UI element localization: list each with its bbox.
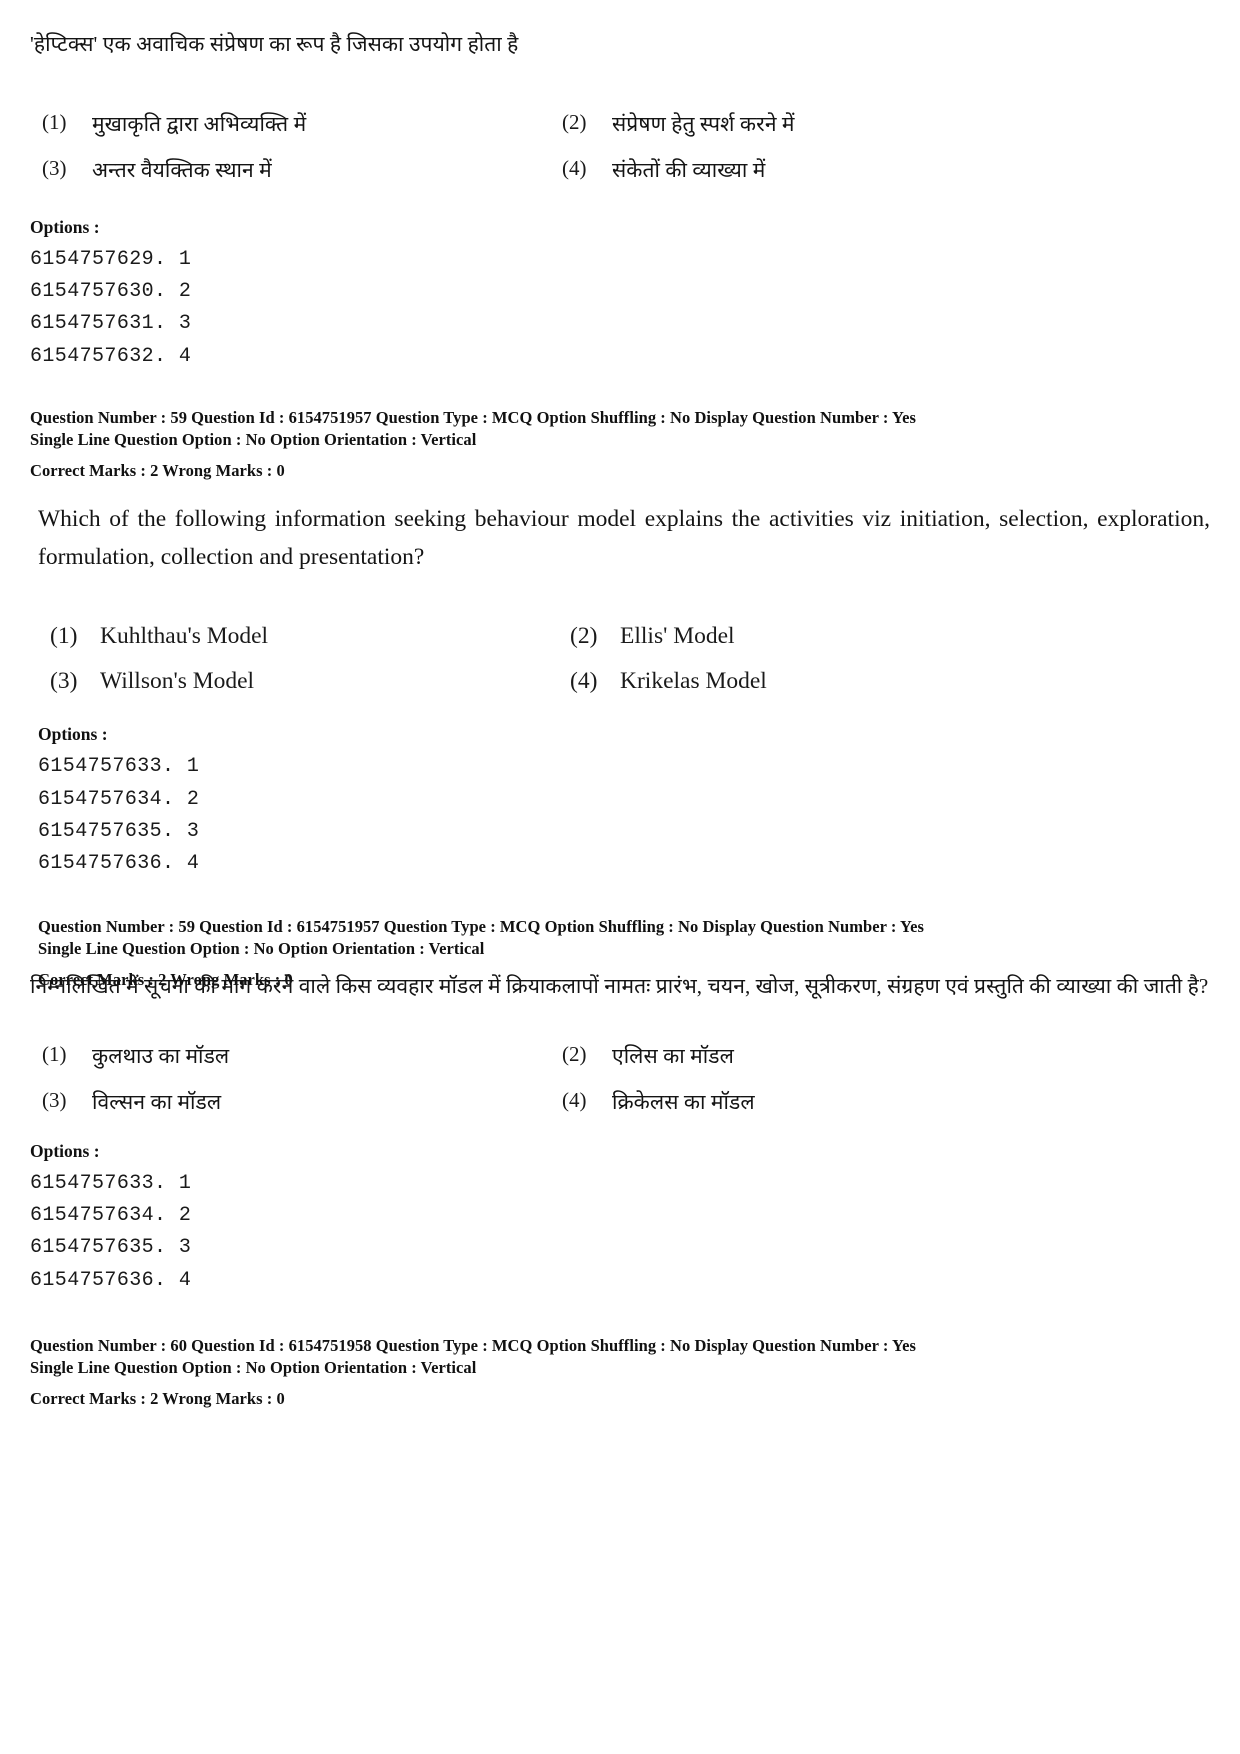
option-label: Krikelas Model — [620, 668, 767, 695]
metadata-line-1: Question Number : 59 Question Id : 61547… — [30, 408, 916, 428]
option-2[interactable]: (2) Ellis' Model — [558, 614, 1210, 659]
option-label: क्रिकेलस का मॉडल — [612, 1089, 755, 1114]
option-2[interactable]: (2) संप्रेषण हेतु स्पर्श करने में — [550, 101, 1210, 147]
option-3[interactable]: (3) विल्सन का मॉडल — [30, 1079, 550, 1125]
option-id-list: Options : 6154757629. 1 6154757630. 2 61… — [30, 217, 1210, 374]
option-label: संकेतों की व्याख्या में — [612, 157, 766, 182]
option-number: (1) — [42, 1041, 67, 1066]
option-label: Kuhlthau's Model — [100, 623, 269, 650]
option-label: अन्तर वैयक्तिक स्थान में — [92, 157, 272, 182]
metadata-line-1: Question Number : 60 Question Id : 61547… — [30, 1336, 916, 1356]
exam-page: 'हेप्टिक्स' एक अवाचिक संप्रेषण का रूप है… — [0, 0, 1240, 1754]
option-id-row: 6154757634. 2 — [38, 787, 200, 811]
option-number: (2) — [562, 109, 587, 134]
option-number: (3) — [42, 1087, 67, 1112]
option-id-row: 6154757633. 1 — [38, 755, 200, 779]
option-id-row: 6154757634. 2 — [30, 1203, 192, 1227]
answer-options: (1) Kuhlthau's Model (2) Ellis' Model (3… — [38, 614, 1210, 704]
option-1[interactable]: (1) मुखाकृति द्वारा अभिव्यक्ति में — [30, 101, 550, 147]
metadata-line-2: Single Line Question Option : No Option … — [30, 1358, 477, 1378]
question-statement: निम्नलिखित में सूचना की मांग करने वाले क… — [30, 974, 1209, 998]
question-block-3: निम्नलिखित में सूचना की मांग करने वाले क… — [30, 970, 1210, 1410]
option-id-row: 6154757629. 1 — [30, 247, 192, 271]
metadata-line-2: Single Line Question Option : No Option … — [38, 938, 485, 958]
option-number: (3) — [42, 155, 67, 180]
option-4[interactable]: (4) Krikelas Model — [558, 659, 1210, 704]
option-3[interactable]: (3) Willson's Model — [38, 659, 558, 704]
option-number: (2) — [562, 1041, 587, 1066]
question-block-2: Which of the following information seeki… — [38, 500, 1210, 991]
option-number: (4) — [570, 668, 598, 695]
question-statement: Which of the following information seeki… — [38, 506, 1210, 571]
option-id-row: 6154757633. 1 — [30, 1171, 192, 1195]
question-metadata: Question Number : 59 Question Id : 61547… — [30, 407, 1210, 482]
options-heading: Options : — [30, 1140, 100, 1161]
option-label: कुलथाउ का मॉडल — [92, 1043, 230, 1068]
option-4[interactable]: (4) क्रिकेलस का मॉडल — [550, 1079, 1210, 1125]
question-text: 'हेप्टिक्स' एक अवाचिक संप्रेषण का रूप है… — [30, 28, 1210, 61]
option-id-row: 6154757631. 3 — [30, 312, 192, 336]
question-text: Which of the following information seeki… — [38, 500, 1210, 576]
option-number: (3) — [50, 668, 78, 695]
option-label: Ellis' Model — [620, 623, 735, 650]
option-label: विल्सन का मॉडल — [92, 1089, 222, 1114]
option-number: (1) — [42, 109, 67, 134]
option-1[interactable]: (1) कुलथाउ का मॉडल — [30, 1033, 550, 1079]
metadata-line-3: Correct Marks : 2 Wrong Marks : 0 — [30, 1388, 285, 1408]
option-label: Willson's Model — [100, 668, 255, 695]
option-number: (2) — [570, 623, 598, 650]
option-id-row: 6154757635. 3 — [38, 819, 200, 843]
option-label: एलिस का मॉडल — [612, 1043, 734, 1068]
question-block-1: 'हेप्टिक्स' एक अवाचिक संप्रेषण का रूप है… — [30, 28, 1210, 482]
options-heading: Options : — [38, 724, 108, 745]
option-number: (4) — [562, 155, 587, 180]
answer-options: (1) मुखाकृति द्वारा अभिव्यक्ति में (2) स… — [30, 101, 1210, 193]
option-3[interactable]: (3) अन्तर वैयक्तिक स्थान में — [30, 147, 550, 193]
option-number: (1) — [50, 623, 78, 650]
option-id-row: 6154757632. 4 — [30, 344, 192, 368]
question-text: निम्नलिखित में सूचना की मांग करने वाले क… — [30, 970, 1210, 1003]
option-id-list: Options : 6154757633. 1 6154757634. 2 61… — [30, 1141, 1210, 1298]
options-heading: Options : — [30, 216, 100, 237]
option-id-row: 6154757636. 4 — [30, 1268, 192, 1292]
option-id-row: 6154757636. 4 — [38, 852, 200, 876]
option-id-list: Options : 6154757633. 1 6154757634. 2 61… — [38, 724, 1210, 881]
metadata-line-3: Correct Marks : 2 Wrong Marks : 0 — [30, 460, 285, 480]
metadata-line-2: Single Line Question Option : No Option … — [30, 430, 477, 450]
question-statement: 'हेप्टिक्स' एक अवाचिक संप्रेषण का रूप है… — [30, 32, 519, 56]
question-metadata: Question Number : 60 Question Id : 61547… — [30, 1335, 1210, 1410]
metadata-line-1: Question Number : 59 Question Id : 61547… — [38, 916, 924, 936]
option-4[interactable]: (4) संकेतों की व्याख्या में — [550, 147, 1210, 193]
answer-options: (1) कुलथाउ का मॉडल (2) एलिस का मॉडल (3) … — [30, 1033, 1210, 1125]
option-label: संप्रेषण हेतु स्पर्श करने में — [612, 111, 795, 136]
option-1[interactable]: (1) Kuhlthau's Model — [38, 614, 558, 659]
option-id-row: 6154757630. 2 — [30, 279, 192, 303]
option-number: (4) — [562, 1087, 587, 1112]
option-label: मुखाकृति द्वारा अभिव्यक्ति में — [92, 111, 307, 136]
option-id-row: 6154757635. 3 — [30, 1236, 192, 1260]
option-2[interactable]: (2) एलिस का मॉडल — [550, 1033, 1210, 1079]
